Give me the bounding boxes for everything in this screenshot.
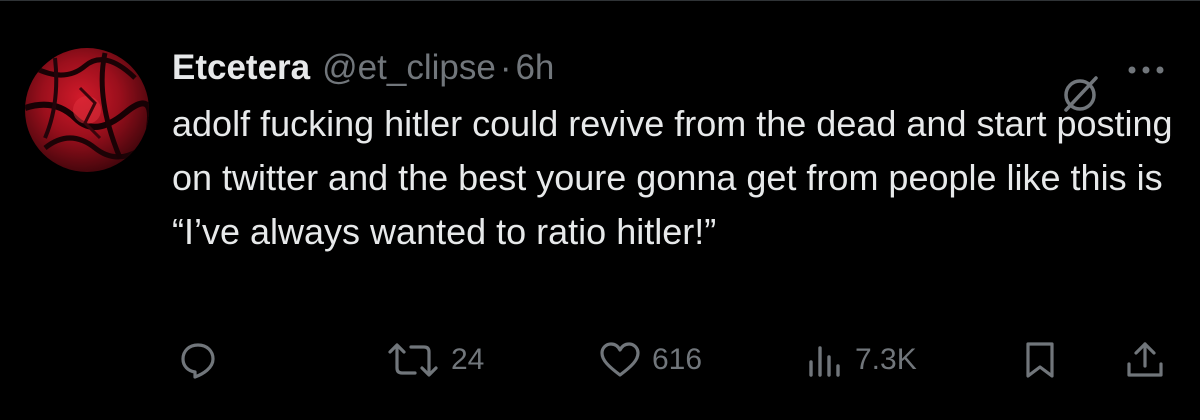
- separator-dot: ·: [499, 48, 512, 87]
- views-icon: [809, 346, 840, 377]
- timestamp[interactable]: 6h: [515, 48, 554, 88]
- reply-button[interactable]: [178, 330, 218, 390]
- share-icon: [1127, 342, 1163, 377]
- retweet-count: 24: [451, 343, 485, 376]
- more-icon[interactable]: [1124, 55, 1168, 85]
- retweet-icon: [388, 343, 438, 377]
- action-bar: 24 616 7.3K: [0, 330, 1200, 390]
- reply-icon: [181, 343, 215, 379]
- like-count: 616: [652, 343, 703, 376]
- views-button[interactable]: 7.3K: [805, 330, 917, 390]
- like-button[interactable]: 616: [598, 330, 702, 390]
- tweet-text: adolf fucking hitler could revive from t…: [172, 103, 1173, 252]
- views-count: 7.3K: [855, 343, 917, 376]
- share-button[interactable]: [1124, 330, 1166, 390]
- bookmark-icon: [1026, 342, 1054, 378]
- avatar[interactable]: [25, 48, 149, 172]
- display-name[interactable]: Etcetera: [172, 48, 310, 88]
- bookmark-button[interactable]: [1022, 330, 1058, 390]
- top-divider: [0, 0, 1200, 1]
- retweet-button[interactable]: 24: [385, 330, 484, 390]
- tweet-header: Etcetera @et_clipse · 6h: [172, 46, 554, 90]
- like-icon: [600, 342, 640, 377]
- user-handle[interactable]: @et_clipse: [322, 48, 496, 88]
